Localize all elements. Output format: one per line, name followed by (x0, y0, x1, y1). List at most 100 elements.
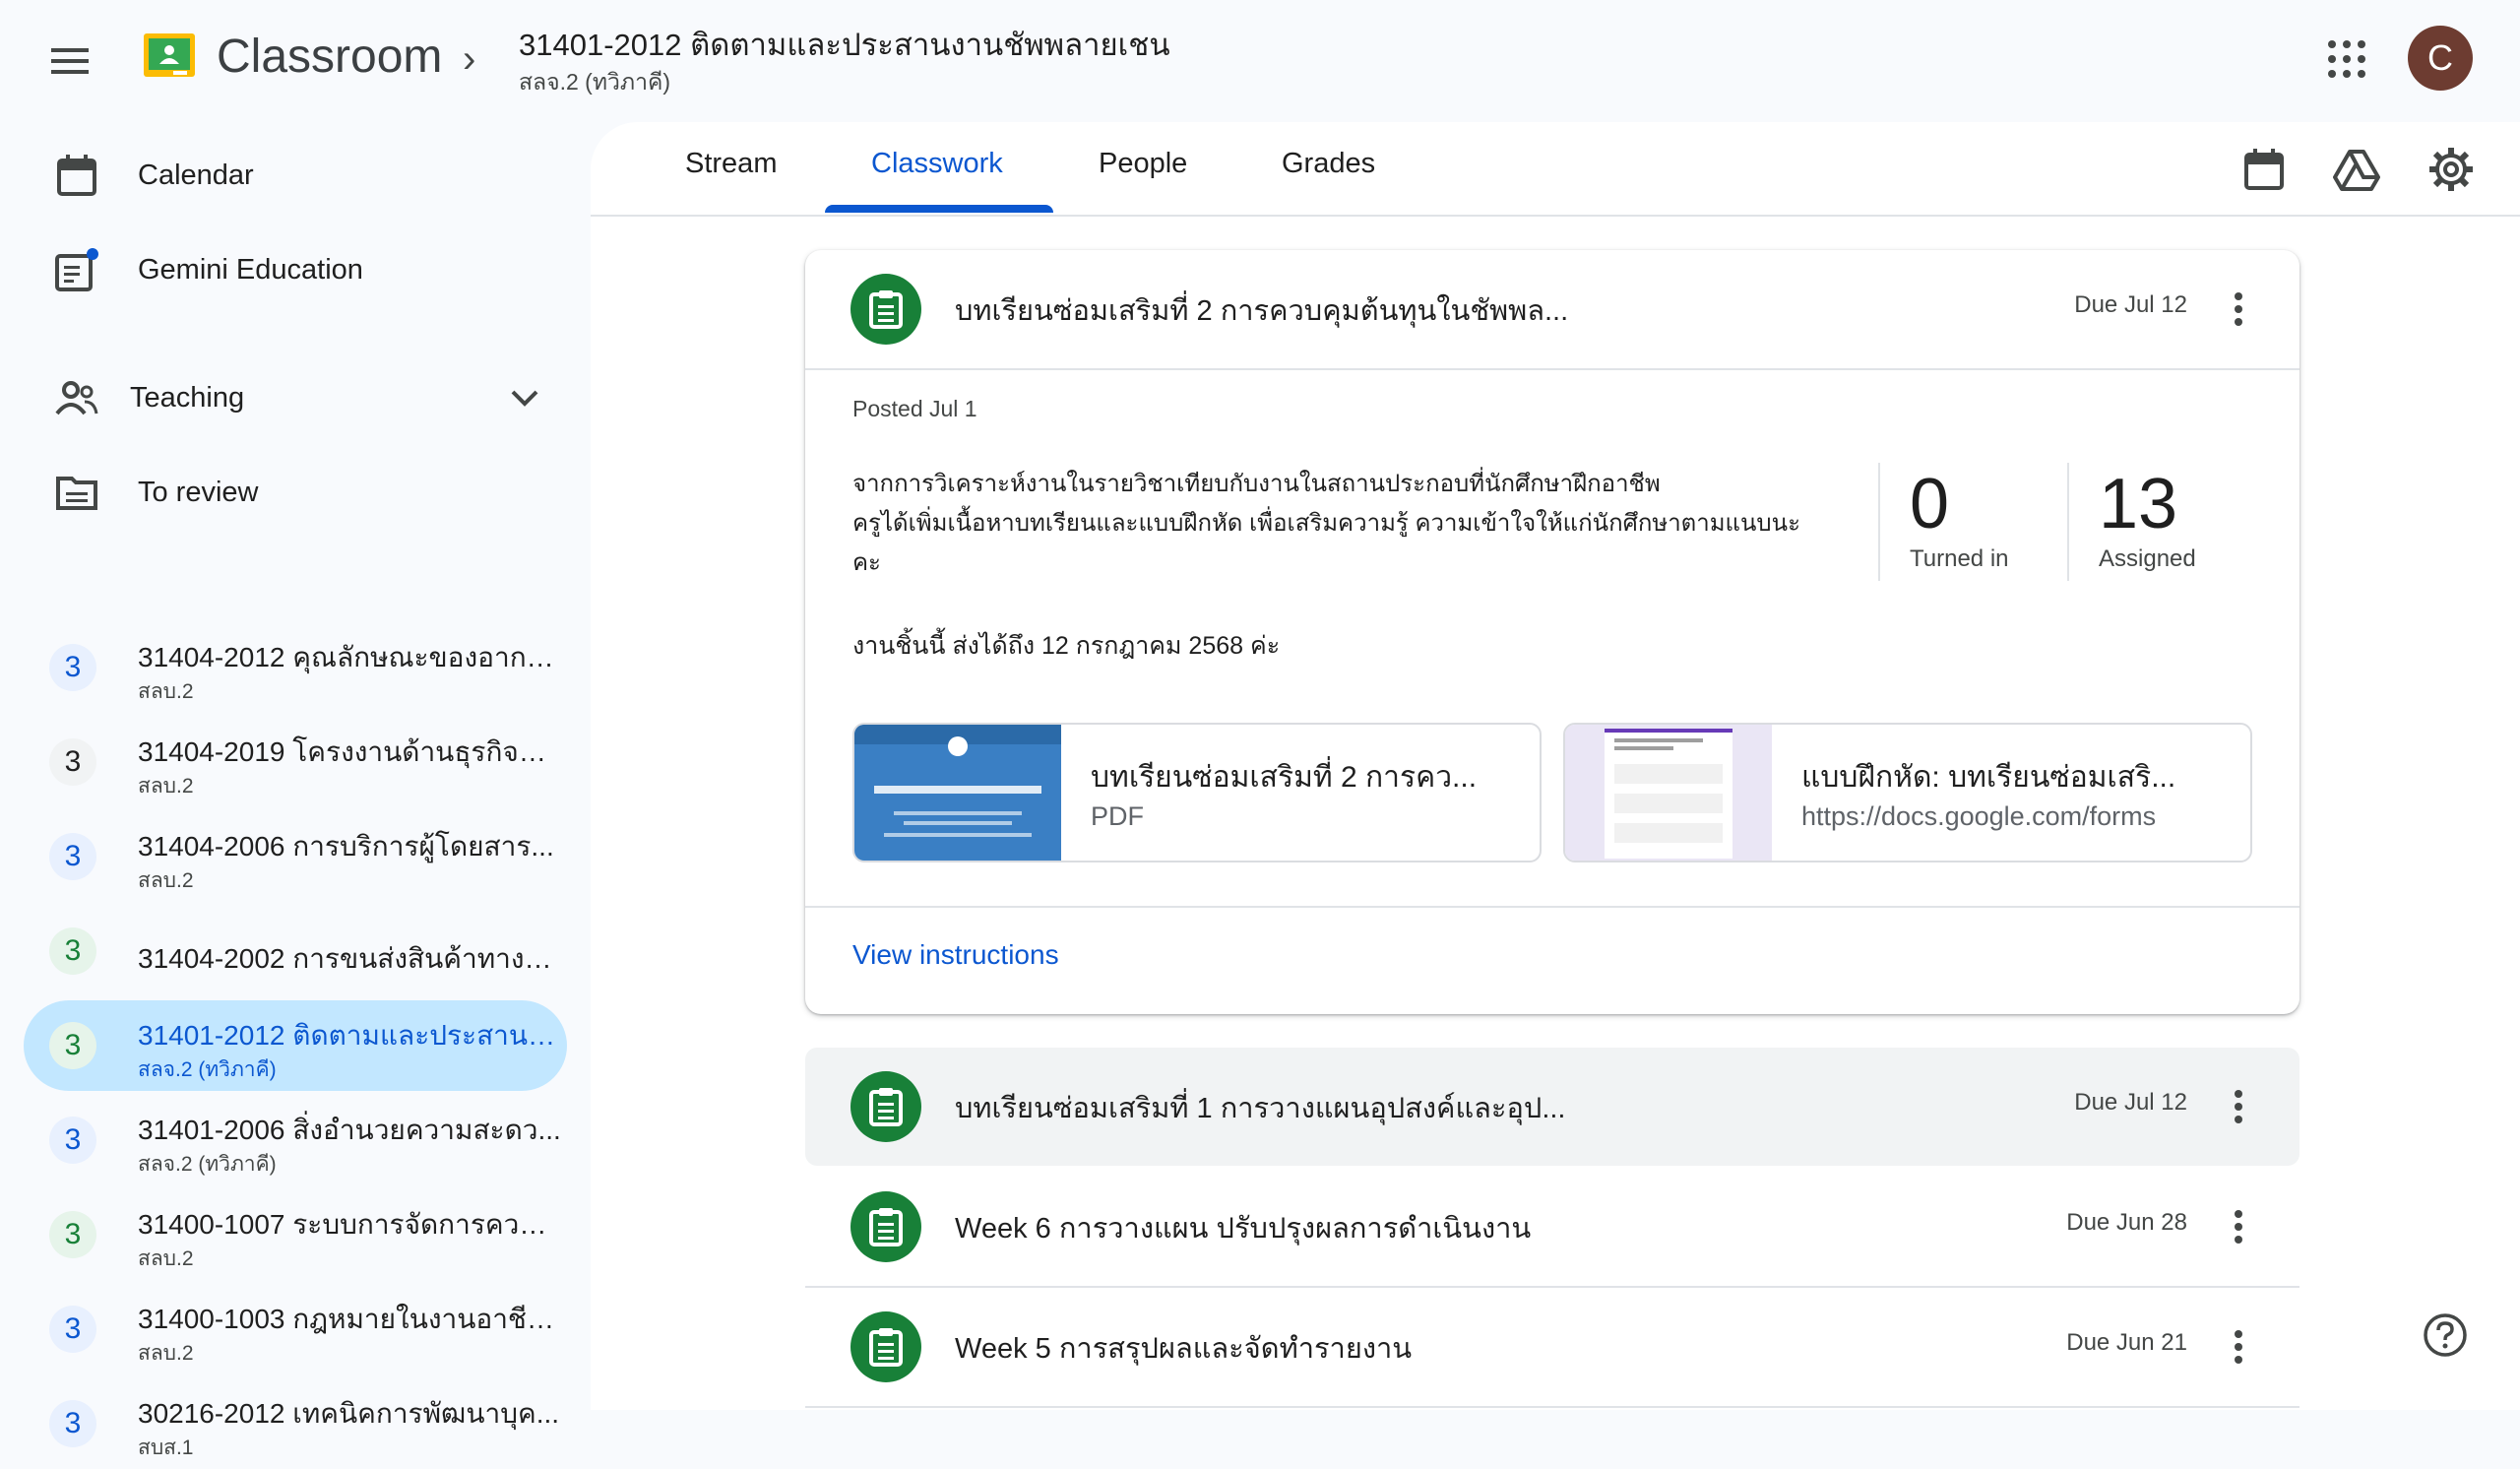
course-badge: 3 (49, 833, 96, 880)
google-drive-icon[interactable] (2333, 146, 2380, 193)
sidebar-course-item[interactable]: 3 31404-2019 โครงงานด้านธุรกิจกา... สลบ.2 (24, 717, 567, 807)
sidebar-course-item[interactable]: 3 31404-2006 การบริการผู้โดยสาร... สลบ.2 (24, 811, 567, 902)
course-badge: 3 (49, 644, 96, 691)
tab-people[interactable]: People (1099, 148, 1187, 180)
course-badge: 3 (49, 1211, 96, 1258)
sidebar-course-item[interactable]: 3 31401-2012 ติดตามและประสานงา... สลจ.2 (ท… (24, 1000, 567, 1091)
more-options-button[interactable] (2215, 1323, 2262, 1371)
attachment-title: บทเรียนซ่อมเสริมที่ 2 การคว... (1091, 761, 1478, 794)
hamburger-icon (51, 48, 89, 74)
course-section: สลบ.2 (138, 680, 194, 703)
classroom-logo-icon[interactable] (144, 33, 195, 77)
more-vert-icon (2235, 292, 2242, 326)
view-instructions-link[interactable]: View instructions (852, 939, 1059, 971)
sidebar-course-item[interactable]: 3 31404-2002 การขนส่งสินค้าทางอ... (24, 906, 567, 996)
course-badge: 3 (49, 927, 96, 975)
chevron-down-icon[interactable] (510, 388, 539, 408)
course-title: 31404-2012 คุณลักษณะของอากา... (138, 642, 561, 672)
form-thumbnail (1565, 725, 1772, 861)
course-title: 30216-2012 เทคนิคการพัฒนาบุค... (138, 1398, 560, 1429)
course-section: สลบ.2 (138, 1342, 194, 1365)
attachment-pdf[interactable]: บทเรียนซ่อมเสริมที่ 2 การคว... PDF (852, 723, 1542, 862)
course-section: สลบ.2 (138, 775, 194, 798)
due-date: Due Jun 21 (2066, 1329, 2187, 1356)
assigned-label: Assigned (2099, 545, 2196, 572)
sidebar-course-item[interactable]: 3 30216-2012 เทคนิคการพัฒนาบุค... สบส.1 (24, 1378, 567, 1469)
gemini-education-icon (55, 248, 98, 291)
assignment-title: Week 6 การวางแผน ปรับปรุงผลการดำเนินงาน (955, 1213, 1532, 1245)
tab-classwork[interactable]: Classwork (871, 148, 1003, 180)
sidebar-item-label: Calendar (138, 159, 254, 191)
more-options-button[interactable] (2215, 1083, 2262, 1130)
assignment-title: Week 5 การสรุปผลและจัดทำรายงาน (955, 1333, 1413, 1365)
course-title: 31400-1007 ระบบการจัดการความ... (138, 1209, 561, 1240)
main-content: Stream Classwork People Grades บทเรียนซ่… (591, 122, 2520, 1410)
assignment-icon (850, 274, 921, 345)
description-line: จากการวิเคราะห์งานในรายวิชาเทียบกับงานใน… (852, 471, 1661, 497)
assignment-icon (850, 1191, 921, 1262)
divider (805, 1406, 2300, 1408)
turned-in-count: 0 (1910, 465, 1950, 543)
sidebar-item-gemini[interactable]: Gemini Education (24, 230, 567, 309)
assignment-icon (850, 1311, 921, 1382)
course-section: สลบ.2 (138, 869, 194, 892)
turned-in-label: Turned in (1910, 545, 2009, 572)
course-title: 31404-2019 โครงงานด้านธุรกิจกา... (138, 736, 561, 767)
course-badge: 3 (49, 1400, 96, 1447)
sidebar-item-calendar[interactable]: Calendar (24, 136, 567, 215)
course-section: สบส.1 (138, 1437, 194, 1459)
course-badge: 3 (49, 1117, 96, 1164)
attachment-form[interactable]: แบบฝึกหัด: บทเรียนซ่อมเสริ... https://do… (1563, 723, 2252, 862)
pdf-thumbnail (854, 725, 1061, 861)
assignment-row[interactable]: บทเรียนซ่อมเสริมที่ 1 การวางแผนอุปสงค์แล… (805, 1048, 2300, 1166)
sidebar-item-label: Teaching (130, 381, 245, 414)
assigned-stat[interactable]: 13 Assigned (2067, 463, 2196, 581)
sidebar-item-label: Gemini Education (138, 253, 363, 286)
course-section: สลบ.2 (138, 1247, 194, 1270)
assignment-description: จากการวิเคราะห์งานในรายวิชาเทียบกับงานใน… (852, 465, 1837, 583)
course-section: สลจ.2 (ทวิภาคี) (138, 1153, 277, 1176)
breadcrumb-chevron-icon: › (463, 37, 476, 81)
sidebar-course-item[interactable]: 3 31400-1003 กฎหมายในงานอาชีพ... สลบ.2 (24, 1284, 567, 1374)
turned-in-stat[interactable]: 0 Turned in (1878, 463, 2009, 581)
sidebar-course-item[interactable]: 3 31404-2012 คุณลักษณะของอากา... สลบ.2 (24, 622, 567, 713)
attachment-url: https://docs.google.com/forms (1801, 801, 2157, 831)
sidebar-course-item[interactable]: 3 31400-1007 ระบบการจัดการความ... สลบ.2 (24, 1189, 567, 1280)
description-line: คะ (852, 549, 881, 576)
more-options-button[interactable] (2215, 286, 2262, 333)
more-options-button[interactable] (2215, 1203, 2262, 1250)
assignment-card-expanded: บทเรียนซ่อมเสริมที่ 2 การควบคุมต้นทุนในช… (805, 250, 2300, 1014)
assignment-icon (850, 1071, 921, 1142)
divider (805, 368, 2300, 370)
course-badge: 3 (49, 1022, 96, 1069)
tab-bar: Stream Classwork People Grades (591, 122, 2520, 217)
gear-icon[interactable] (2427, 146, 2475, 193)
sidebar-item-to-review[interactable]: To review (24, 453, 567, 532)
assignment-row[interactable]: Week 6 การวางแผน ปรับปรุงผลการดำเนินงาน … (805, 1168, 2300, 1286)
calendar-icon[interactable] (2240, 146, 2288, 193)
sidebar-item-teaching[interactable]: Teaching (24, 358, 567, 437)
posted-date: Posted Jul 1 (852, 396, 977, 421)
assignment-header[interactable]: บทเรียนซ่อมเสริมที่ 2 การควบคุมต้นทุนในช… (805, 250, 2300, 368)
google-apps-icon[interactable] (2325, 37, 2368, 81)
tab-grades[interactable]: Grades (1282, 148, 1375, 180)
help-icon[interactable] (2422, 1311, 2469, 1359)
account-avatar[interactable]: C (2408, 26, 2473, 91)
main-menu-button[interactable] (43, 33, 98, 89)
tab-stream[interactable]: Stream (685, 148, 777, 180)
course-badge: 3 (49, 738, 96, 786)
due-date: Due Jul 12 (2074, 1089, 2187, 1116)
app-title[interactable]: Classroom (217, 24, 442, 91)
course-title: 31401-2012 ติดตามและประสานงา... (138, 1020, 561, 1051)
teaching-people-icon (55, 381, 98, 415)
course-title: 31400-1003 กฎหมายในงานอาชีพ... (138, 1304, 561, 1334)
course-section: สลจ.2 (ทวิภาคี) (138, 1058, 277, 1081)
course-title[interactable]: 31401-2012 ติดตามและประสานงานชัพพลายเชน (519, 20, 1170, 69)
folder-review-icon (56, 477, 97, 510)
assignment-row[interactable]: Week 5 การสรุปผลและจัดทำรายงาน Due Jun 2… (805, 1288, 2300, 1406)
attachment-title: แบบฝึกหัด: บทเรียนซ่อมเสริ... (1801, 761, 2176, 794)
sidebar-course-item[interactable]: 3 31401-2006 สิ่งอำนวยความสะดว... สลจ.2 (ท… (24, 1095, 567, 1185)
more-vert-icon (2235, 1330, 2242, 1364)
active-tab-indicator (825, 205, 1053, 213)
assignment-title: บทเรียนซ่อมเสริมที่ 1 การวางแผนอุปสงค์แล… (955, 1093, 1566, 1124)
